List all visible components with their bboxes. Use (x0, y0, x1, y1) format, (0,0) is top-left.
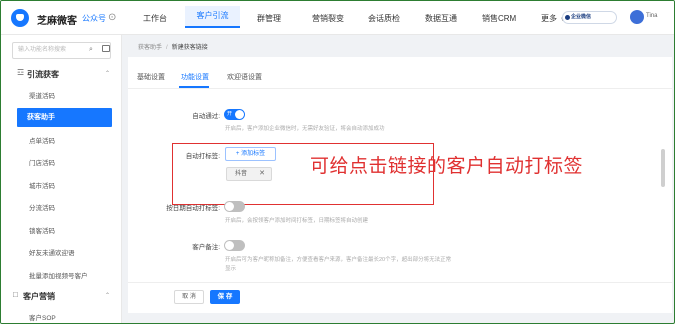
nav-more-label: 更多 (541, 14, 557, 23)
tag-chip-label: 抖音 (235, 171, 248, 177)
nav-customer-acquisition[interactable]: 客户引流 (185, 6, 240, 28)
nav-marketing-fission[interactable]: 营销裂变 (312, 13, 344, 24)
auto-tag-label: 自动打标签: (185, 153, 220, 160)
breadcrumb: 获客助手 / 新建获客链接 (138, 45, 208, 51)
user-name[interactable]: Tina (646, 13, 657, 19)
date-tag-label: 按日期自动打标签: (166, 205, 220, 212)
remark-toggle[interactable] (224, 240, 245, 251)
nav-data-sync[interactable]: 数据互通 (425, 13, 457, 24)
sidebar-item-customer-sop[interactable]: 客户SOP (29, 312, 56, 322)
logo-icon (11, 9, 29, 27)
auto-pass-hint: 开启后，客户添加企业微信时，无需好友验证，将会自动添加成功 (225, 126, 385, 132)
remark-label: 客户备注: (192, 244, 220, 251)
sidebar-item-order-code[interactable]: 点单活码 (29, 135, 55, 145)
marketing-icon: □ (13, 290, 18, 299)
auto-pass-toggle[interactable]: 开 (224, 109, 245, 120)
divider (128, 282, 672, 283)
nav-session-inspection[interactable]: 会话质检 (368, 13, 400, 24)
tab-function-settings[interactable]: 功能设置 (181, 72, 209, 82)
close-icon[interactable]: ✕ (259, 168, 265, 180)
top-nav-bar: 芝麻微客 公众号 ⊙ 工作台 客户引流 群管理 营销裂变 会话质检 数据互通 销… (1, 1, 674, 35)
breadcrumb-parent[interactable]: 获客助手 (138, 45, 162, 51)
sidebar-item-lock-code[interactable]: 锁客活码 (29, 225, 55, 235)
add-tag-button[interactable]: + 添加标签 (225, 147, 276, 161)
settings-card: 基础设置 功能设置 欢迎语设置 自动通过: 开 开启后，客户添加企业微信时，无需… (128, 57, 672, 313)
remark-hint-line1: 开启后可为客户昵称加备注，方便查看客户来源，客户备注最长20个字，超出部分将无法… (225, 257, 452, 263)
chevron-up-icon[interactable]: ⌃ (105, 70, 110, 77)
sidebar: 输入功能名称搜索 ⌕ ☲ 引流获客 ⌃ 渠道活码 获客助手 点单活码 门店活码 … (1, 35, 122, 323)
org-badge[interactable]: 企业微信 (562, 11, 617, 24)
tag-chip: 抖音 ✕ (226, 167, 272, 181)
section-customer-marketing[interactable]: □ 客户营销 (13, 290, 55, 302)
acquisition-icon: ☲ (17, 68, 25, 77)
brand-subtitle[interactable]: 公众号 (82, 13, 106, 24)
brand-name: 芝麻微客 (37, 16, 77, 27)
sidebar-item-batch-add-video[interactable]: 批量添加视频号客户 (29, 270, 88, 280)
settings-icon[interactable]: ⊙ (108, 12, 116, 23)
chevron-up-icon[interactable]: ⌃ (105, 292, 110, 299)
save-button[interactable]: 保 存 (210, 290, 240, 304)
app-window: 芝麻微客 公众号 ⊙ 工作台 客户引流 群管理 营销裂变 会话质检 数据互通 销… (0, 0, 675, 324)
sidebar-item-channel-code[interactable]: 渠道活码 (29, 90, 55, 100)
nav-more[interactable]: 更多 v (541, 13, 564, 24)
sidebar-item-acquisition-assistant[interactable]: 获客助手 (17, 108, 112, 127)
auto-pass-label: 自动通过: (192, 113, 220, 120)
annotation-text: 可给点击链接的客户自动打标签 (310, 156, 584, 177)
remark-hint-line2: 显示 (225, 266, 237, 272)
avatar[interactable] (630, 10, 644, 24)
sidebar-item-split-code[interactable]: 分流活码 (29, 202, 55, 212)
section-acquisition[interactable]: ☲ 引流获客 (17, 68, 59, 80)
scrollbar[interactable] (661, 149, 665, 187)
nav-group-management[interactable]: 群管理 (257, 13, 281, 24)
date-tag-hint: 开启后，会按领客户添加时间打标签，日期标签将自动创建 (225, 218, 369, 224)
breadcrumb-current: 新建获客链接 (171, 45, 208, 51)
divider (128, 88, 672, 89)
sidebar-item-city-code[interactable]: 城市活码 (29, 180, 55, 190)
nav-workbench[interactable]: 工作台 (143, 13, 167, 24)
sidebar-item-store-code[interactable]: 门店活码 (29, 157, 55, 167)
tab-basic-settings[interactable]: 基础设置 (137, 72, 165, 82)
tab-welcome-settings[interactable]: 欢迎语设置 (227, 72, 262, 82)
nav-sales-crm[interactable]: 销售CRM (482, 13, 516, 24)
cancel-button[interactable]: 取 消 (174, 290, 204, 304)
filter-icon[interactable] (102, 45, 110, 52)
sidebar-item-welcome-message[interactable]: 好友未通欢迎语 (29, 247, 75, 257)
date-tag-toggle[interactable] (224, 201, 245, 212)
